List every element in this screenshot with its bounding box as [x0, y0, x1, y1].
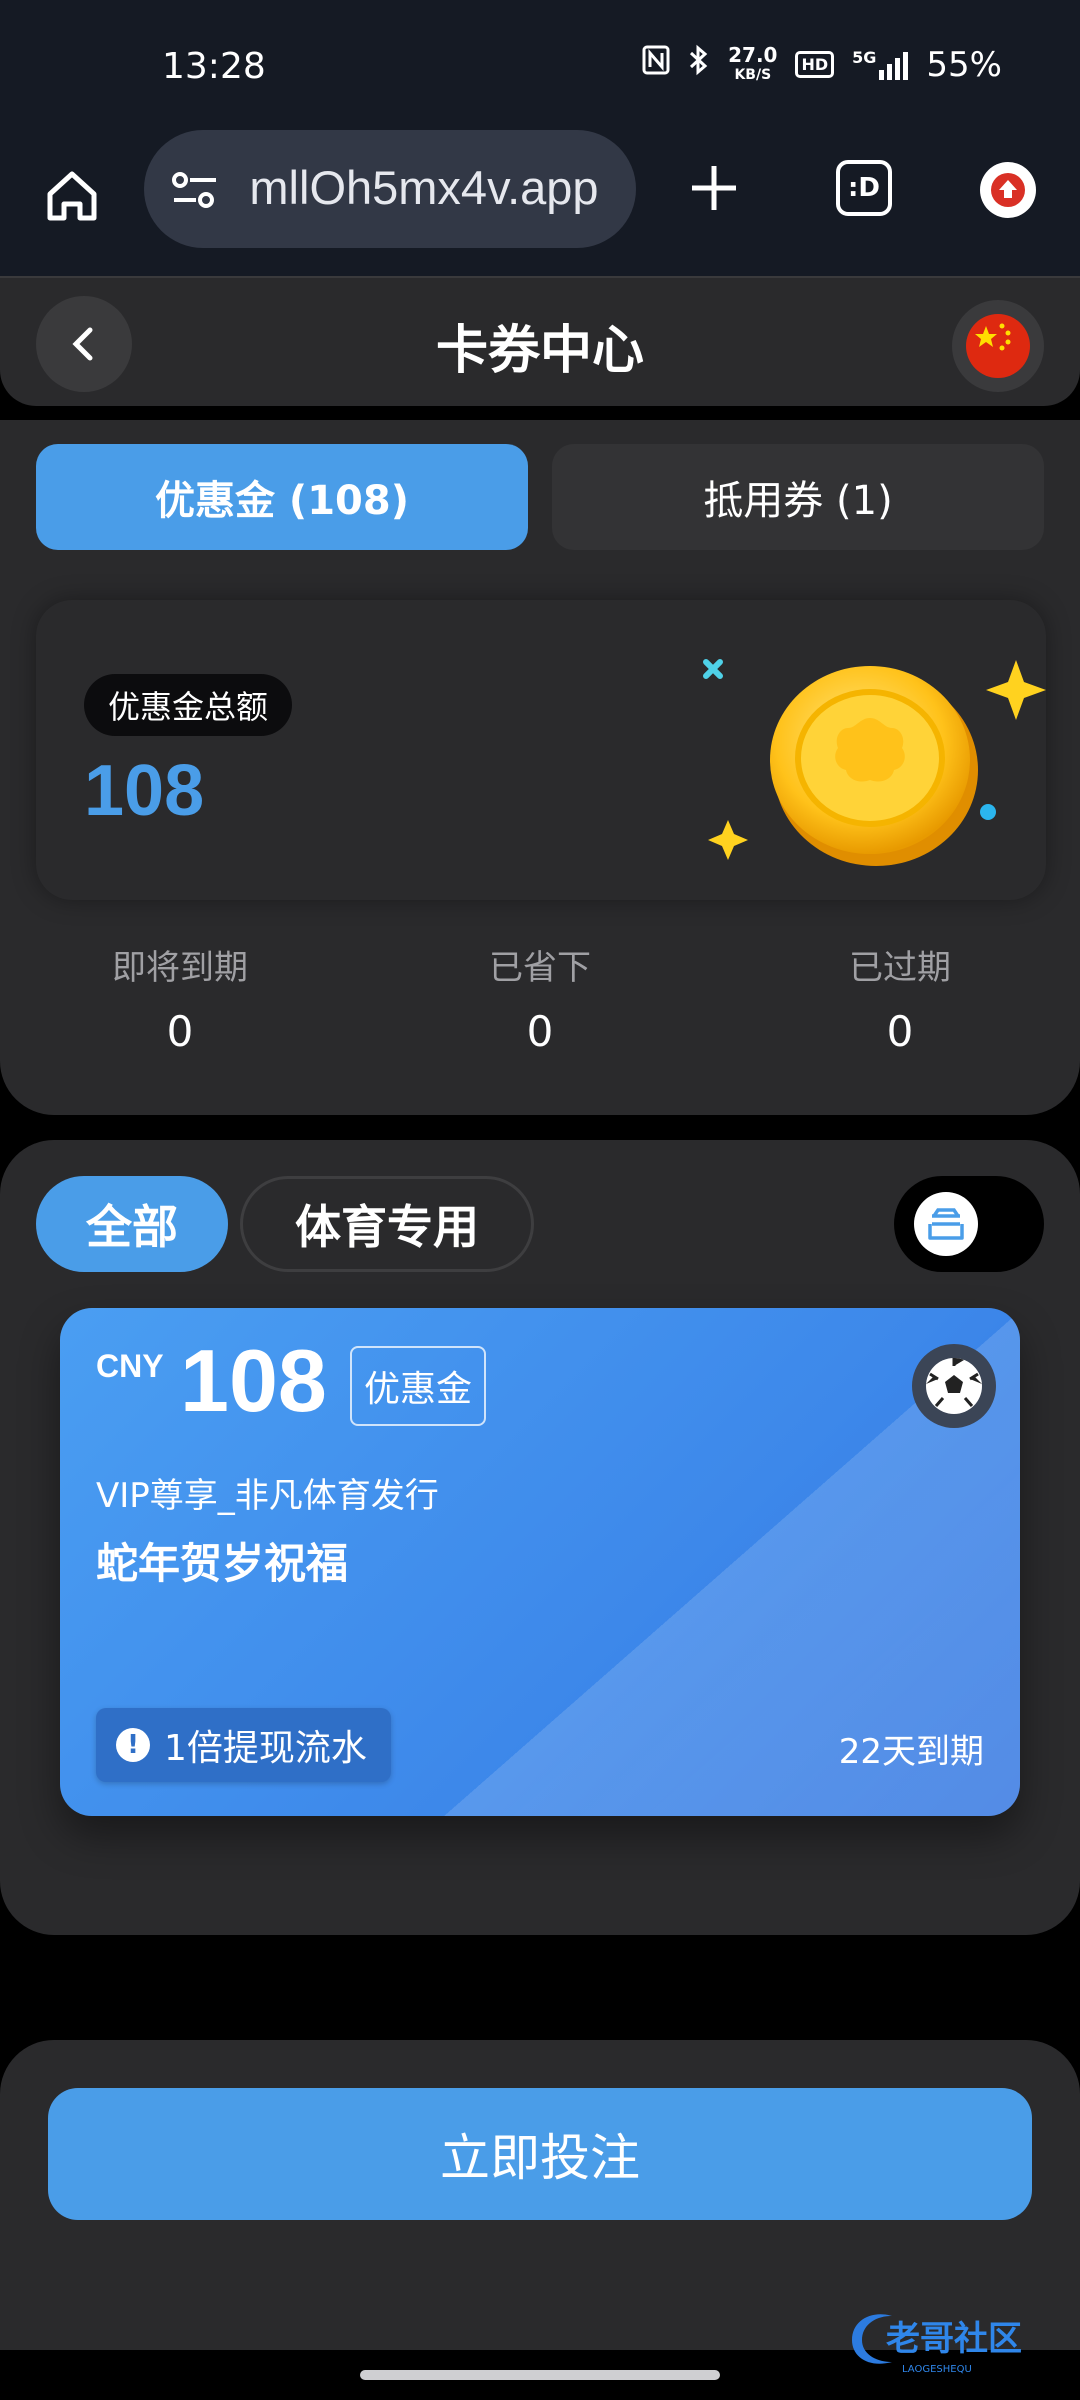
coupon-list-section: 全部 体育专用 CNY 108 优惠金 VIP尊享_非凡体育发行 蛇年贺岁祝福 …	[0, 1140, 1080, 1935]
coupon-amount: 108	[180, 1331, 327, 1430]
signal-icon: 5G	[852, 47, 909, 80]
wager-requirement-badge[interactable]: ! 1倍提现流水	[96, 1708, 391, 1782]
coupon-type-tag: 优惠金	[350, 1346, 487, 1426]
watermark-subtext: LAOGESHEQU	[902, 2364, 972, 2375]
hd-badge: HD	[795, 51, 835, 78]
coupon-title: 蛇年贺岁祝福	[96, 1539, 349, 1588]
status-bar: 13:28 27.0 KB/S HD 5G 55%	[0, 0, 1080, 130]
coupon-issuer: VIP尊享_非凡体育发行	[96, 1476, 439, 1516]
update-button[interactable]	[980, 162, 1036, 218]
tab-switcher-button[interactable]: :D	[836, 160, 892, 216]
total-bonus-value: 108	[84, 751, 205, 831]
coupon-card[interactable]: CNY 108 优惠金 VIP尊享_非凡体育发行 蛇年贺岁祝福 ! 1倍提现流水…	[60, 1308, 1020, 1816]
total-bonus-panel: 优惠金总额 108	[36, 600, 1046, 900]
url-text[interactable]: mllOh5mx4v.app	[240, 160, 598, 215]
status-icons: 27.0 KB/S HD 5G 55%	[642, 44, 1002, 85]
total-bonus-label: 优惠金总额	[84, 674, 293, 736]
language-button[interactable]	[952, 300, 1044, 392]
stat-value: 0	[526, 1007, 554, 1056]
stat-label: 已过期	[849, 948, 951, 988]
battery-level: 55%	[926, 44, 1002, 85]
stat-saved: 已省下 0	[360, 940, 720, 1056]
stat-expiring: 即将到期 0	[0, 940, 360, 1056]
plus-icon	[692, 166, 736, 210]
watermark-logo: 老哥社区 LAOGESHEQU	[852, 2314, 1022, 2375]
bluetooth-icon	[688, 44, 710, 85]
home-button[interactable]	[40, 164, 104, 228]
gold-coin-illustration	[703, 659, 1046, 866]
page-title: 卡券中心	[435, 321, 644, 381]
bonus-stats: 即将到期 0 已省下 0 已过期 0	[0, 940, 1080, 1056]
watermark-text: 老哥社区	[886, 2319, 1022, 2359]
bonus-summary: 优惠金 (108) 抵用券 (1) 优惠金总额 108 即将到期 0 已省下 0…	[0, 420, 1080, 1115]
filter-sports-button[interactable]: 体育专用	[240, 1176, 534, 1272]
china-flag-icon	[966, 314, 1030, 378]
coupon-currency: CNY	[96, 1348, 164, 1384]
address-bar[interactable]: mllOh5mx4v.app	[144, 130, 636, 248]
soccer-ball-icon	[912, 1344, 996, 1428]
stat-label: 已省下	[489, 948, 591, 988]
filter-all-button[interactable]: 全部	[36, 1176, 228, 1272]
nfc-icon	[642, 45, 670, 84]
stat-label: 即将到期	[112, 948, 248, 988]
status-time: 13:28	[162, 46, 266, 87]
new-tab-button[interactable]	[688, 162, 740, 214]
bet-now-button[interactable]: 立即投注	[48, 2088, 1032, 2220]
site-settings-icon[interactable]	[170, 170, 220, 210]
stat-value: 0	[166, 1007, 194, 1056]
network-speed: 27.0 KB/S	[728, 45, 777, 85]
toggle-knob	[914, 1192, 978, 1256]
tab-voucher[interactable]: 抵用券 (1)	[552, 444, 1044, 550]
exclamation-icon: !	[116, 1728, 150, 1762]
arrow-up-icon	[991, 173, 1025, 207]
tab-bonus[interactable]: 优惠金 (108)	[36, 444, 528, 550]
home-icon	[47, 171, 97, 221]
network-speed-unit: KB/S	[734, 66, 772, 83]
coupon-expiry: 22天到期	[838, 1732, 984, 1772]
stat-value: 0	[886, 1007, 914, 1056]
browser-toolbar: mllOh5mx4v.app :D	[0, 130, 1080, 276]
stat-expired: 已过期 0	[720, 940, 1080, 1056]
wager-requirement-text: 1倍提现流水	[164, 1728, 367, 1769]
page-header: 卡券中心	[0, 276, 1080, 406]
inbox-icon	[928, 1208, 964, 1240]
view-toggle[interactable]	[894, 1176, 1044, 1272]
network-type: 5G	[852, 47, 877, 67]
home-indicator[interactable]	[360, 2370, 720, 2380]
network-speed-value: 27.0	[728, 42, 778, 67]
